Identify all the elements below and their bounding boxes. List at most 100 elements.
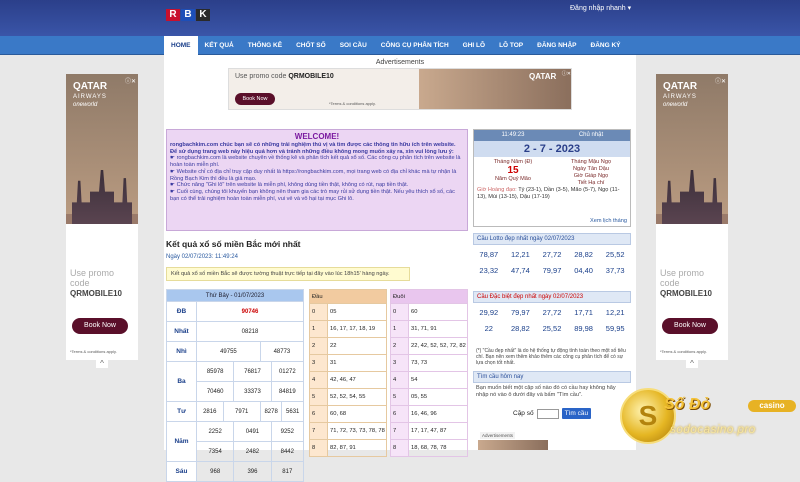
dau-values: 16, 17, 17, 18, 19 xyxy=(327,320,387,338)
prize-value: 01272 xyxy=(270,361,305,382)
prize-label: Tư xyxy=(166,401,197,422)
special-pair[interactable]: 29,92 xyxy=(474,306,504,320)
lotto-pair[interactable]: 23,32 xyxy=(474,264,504,278)
table-row: Tư 2816 7971 8278 5631 xyxy=(166,401,304,422)
ad-promo-text: Use promo code QRMOBILE10 xyxy=(235,73,334,80)
adchoices-icon[interactable]: ⓘ✕ xyxy=(562,70,571,77)
lotto-pair[interactable]: 25,52 xyxy=(600,248,630,262)
prize-value: 76817 xyxy=(233,361,272,382)
dau-head: 7 xyxy=(309,422,328,440)
dau-head: 0 xyxy=(309,303,328,321)
prize-value: 49755 xyxy=(196,341,261,362)
top-banner-ad[interactable]: Use promo code QRMOBILE10 Book Now *Term… xyxy=(228,68,572,110)
nav-thong-ke[interactable]: THỐNG KÊ xyxy=(241,36,289,55)
prize-value: 8278 xyxy=(259,401,283,422)
nav-ket-qua[interactable]: KẾT QUẢ xyxy=(198,36,241,55)
table-row: Nhì 49755 48773 xyxy=(166,341,305,362)
ad-terms: *Terms & conditions apply. xyxy=(660,349,707,354)
prize-label: Sáu xyxy=(166,461,197,482)
nav-dang-nhap[interactable]: ĐĂNG NHẬP xyxy=(530,36,583,55)
ad-promo-code: QRMOBILE10 xyxy=(660,289,713,298)
results-date[interactable]: Ngày 02/07/2023: 11:49:24 xyxy=(166,254,238,260)
quick-login-link[interactable]: Đăng nhập nhanh ▾ xyxy=(570,4,631,12)
dau-head: 2 xyxy=(309,337,328,355)
top-header: R B K Đăng nhập nhanh ▾ xyxy=(0,0,800,36)
chevron-up-icon[interactable]: ^ xyxy=(686,360,698,368)
ad-book-now-button[interactable]: Book Now xyxy=(235,93,275,105)
prize-value: 2482 xyxy=(233,441,272,462)
chevron-up-icon[interactable]: ^ xyxy=(96,360,108,368)
special-pair[interactable]: 12,21 xyxy=(600,306,630,320)
lotto-pair[interactable]: 27,72 xyxy=(537,248,567,262)
search-title: Tìm cầu hôm nay xyxy=(473,371,631,383)
lotto-pair[interactable]: 04,40 xyxy=(569,264,599,278)
bottom-ad-image[interactable] xyxy=(478,440,548,450)
prize-value: 84819 xyxy=(270,381,305,402)
special-pair[interactable]: 79,97 xyxy=(506,306,536,320)
ad-brand: QATAR xyxy=(73,81,108,92)
duoi-values: 22, 42, 52, 52, 72, 82 xyxy=(408,337,468,355)
search-button[interactable]: Tìm cầu xyxy=(561,408,592,419)
nav-home[interactable]: HOME xyxy=(164,36,198,55)
results-title: Kết quả xổ số miền Bắc mới nhất xyxy=(166,239,301,249)
lotto-title[interactable]: Cầu Lotto đẹp nhất ngày 02/07/2023 xyxy=(473,233,631,245)
table-row: 4 54 xyxy=(390,371,468,389)
ad-book-now-button[interactable]: Book Now xyxy=(662,318,718,334)
dau-values: 52, 52, 54, 55 xyxy=(327,388,387,406)
right-side-ad[interactable]: QATAR AIRWAYS oneworld ⓘ✕ Use promo code… xyxy=(656,74,728,360)
special-title[interactable]: Cầu Đặc biệt đẹp nhất ngày 02/07/2023 xyxy=(473,291,631,303)
lunar-info: Giờ Giáp Ngọ xyxy=(573,173,609,179)
duoi-head: 3 xyxy=(390,354,409,372)
lunar-year: Năm Quý Mão xyxy=(494,176,532,182)
ad-promo-code: QRMOBILE10 xyxy=(70,289,123,298)
lotto-pair[interactable]: 12,21 xyxy=(506,248,536,262)
duoi-values: 60 xyxy=(408,303,468,321)
pair-input[interactable] xyxy=(536,408,559,419)
prize-value: 33373 xyxy=(233,381,272,402)
adchoices-icon[interactable]: ⓘ✕ xyxy=(125,76,136,85)
left-side-ad[interactable]: QATAR AIRWAYS oneworld ⓘ✕ Use promo code… xyxy=(66,74,138,360)
special-pair[interactable]: 17,71 xyxy=(569,306,599,320)
lotto-pair[interactable]: 79,97 xyxy=(537,264,567,278)
prize-label: Ba xyxy=(166,361,197,402)
nav-chot-so[interactable]: CHỐT SỐ xyxy=(289,36,333,55)
calendar-weekday: Chủ nhật xyxy=(578,132,604,138)
special-pair[interactable]: 28,82 xyxy=(506,322,536,336)
table-row: 0 05 xyxy=(309,303,387,321)
nav-lo-top[interactable]: LÔ TOP xyxy=(492,36,530,55)
lotto-pair[interactable]: 47,74 xyxy=(506,264,536,278)
nav-ghi-lo[interactable]: GHI LÔ xyxy=(456,36,492,55)
search-label: Cặp số xyxy=(513,410,534,417)
special-pair[interactable]: 27,72 xyxy=(537,306,567,320)
adchoices-icon[interactable]: ⓘ✕ xyxy=(715,76,726,85)
ad-book-now-button[interactable]: Book Now xyxy=(72,318,128,334)
table-row: ĐB 90746 xyxy=(166,301,304,322)
dau-header: Đầu xyxy=(309,289,387,304)
table-row: 2 22, 42, 52, 52, 72, 82 xyxy=(390,337,468,355)
welcome-bullet: ☛ Website chỉ có địa chỉ truy cập duy nh… xyxy=(170,168,457,182)
dau-head: 4 xyxy=(309,371,328,389)
site-logo[interactable]: R B K xyxy=(166,9,210,21)
special-pair[interactable]: 59,95 xyxy=(600,322,630,336)
special-pair[interactable]: 89,98 xyxy=(569,322,599,336)
table-row: 6 60, 68 xyxy=(309,405,387,423)
special-pair[interactable]: 22 xyxy=(474,322,504,336)
ad-oneworld: oneworld xyxy=(663,102,688,108)
calendar-more-link[interactable]: Xem lịch tháng xyxy=(590,218,627,224)
dau-head: 3 xyxy=(309,354,328,372)
duoi-head: 2 xyxy=(390,337,409,355)
table-row: 4 42, 46, 47 xyxy=(309,371,387,389)
nav-dang-ky[interactable]: ĐĂNG KÝ xyxy=(584,36,628,55)
dau-values: 42, 46, 47 xyxy=(327,371,387,389)
lotto-pair[interactable]: 78,87 xyxy=(474,248,504,262)
dau-values: 82, 87, 91 xyxy=(327,439,387,457)
lotto-pair[interactable]: 37,73 xyxy=(600,264,630,278)
duoi-values: 31, 71, 91 xyxy=(408,320,468,338)
nav-soi-cau[interactable]: SOI CẦU xyxy=(333,36,374,55)
ad-image: QATAR ⓘ✕ xyxy=(419,69,571,109)
nav-cong-cu[interactable]: CÔNG CỤ PHÂN TÍCH xyxy=(374,36,456,55)
lotto-pair[interactable]: 28,82 xyxy=(569,248,599,262)
special-pair[interactable]: 25,52 xyxy=(537,322,567,336)
table-row: 5 05, 55 xyxy=(390,388,468,406)
welcome-box: WELCOME! rongbachkim.com chúc bạn sẽ có … xyxy=(166,129,468,231)
